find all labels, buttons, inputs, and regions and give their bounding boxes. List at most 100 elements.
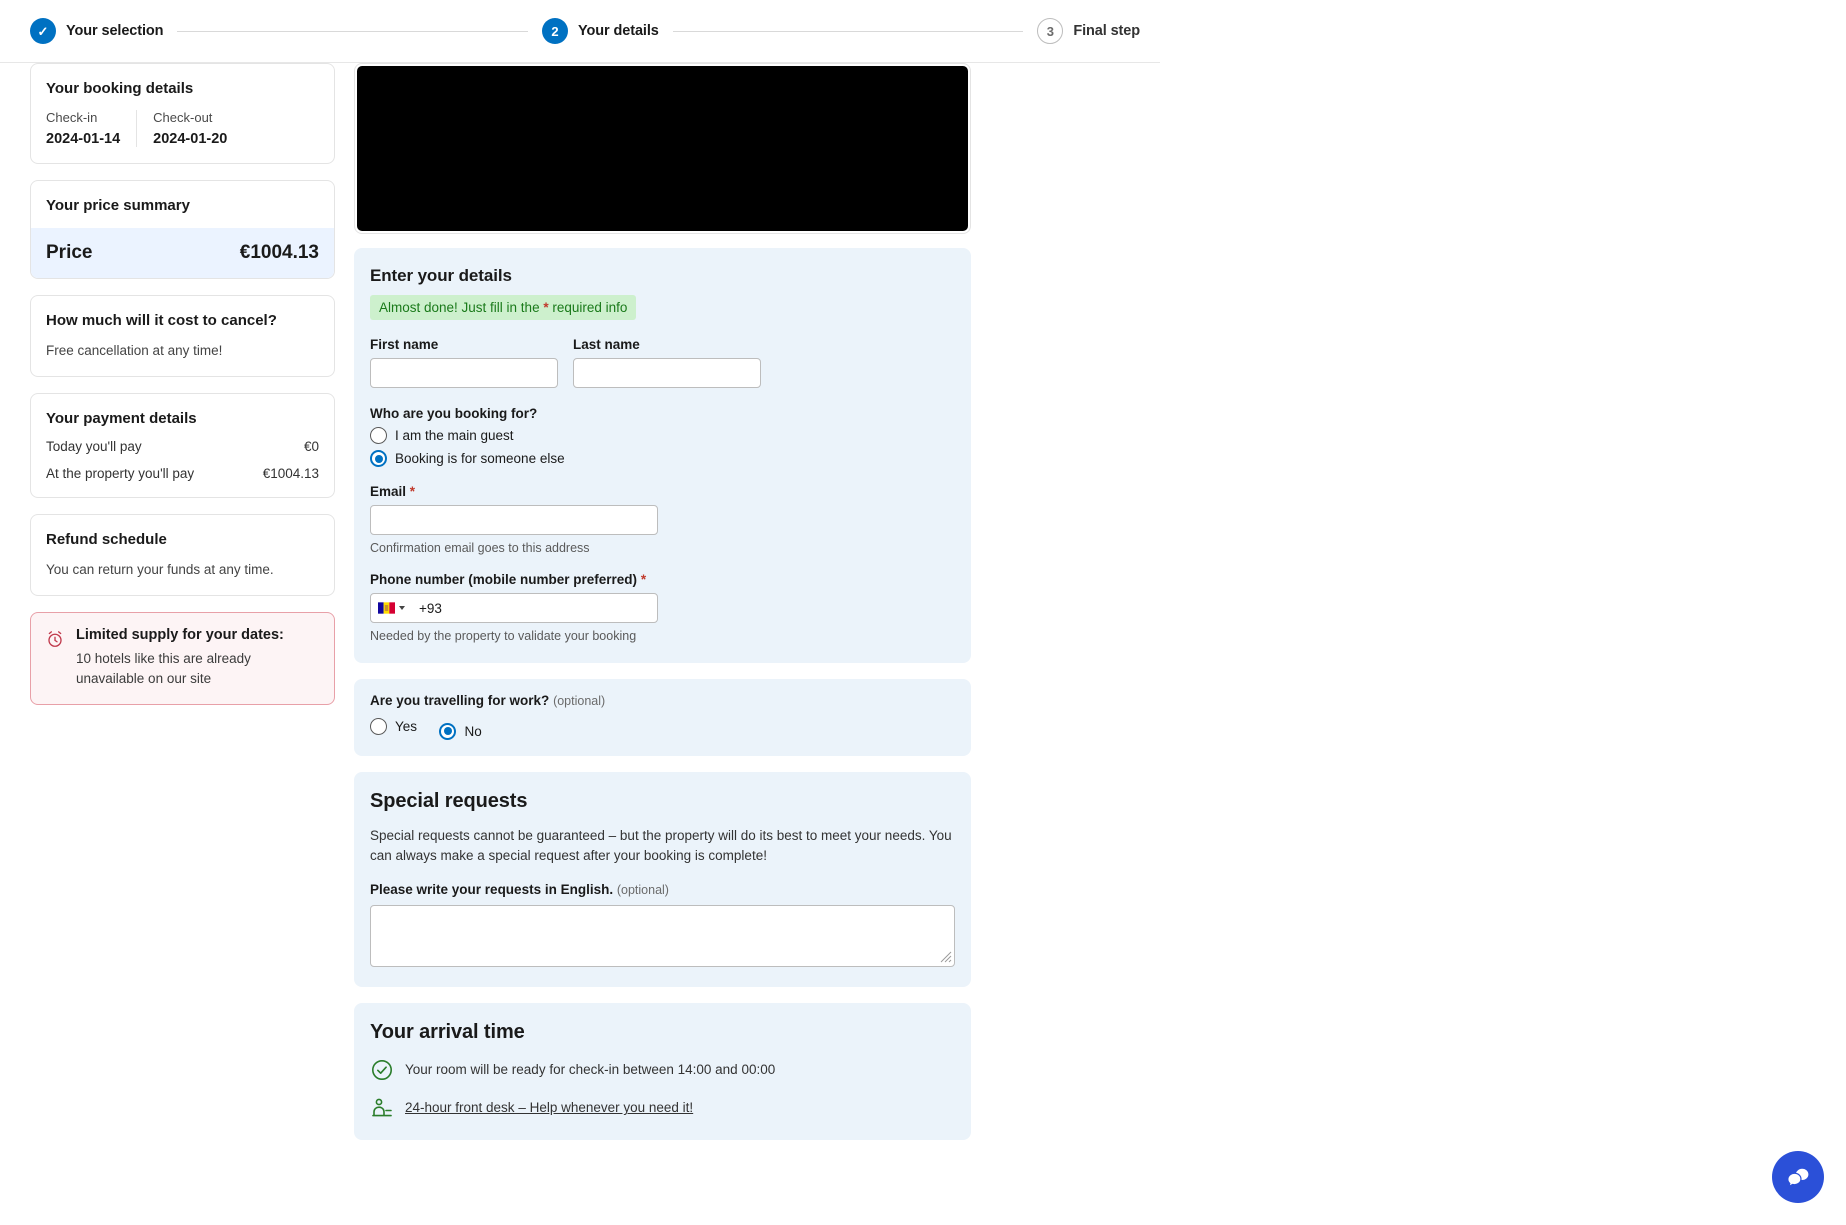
radio-work-no-label: No <box>464 724 481 739</box>
phone-label-text: Phone number (mobile number preferred) <box>370 572 637 587</box>
email-input[interactable] <box>370 505 658 535</box>
radio-work-yes[interactable]: Yes <box>370 718 417 735</box>
checkin-value: 2024-01-14 <box>46 131 120 147</box>
limited-supply-title: Limited supply for your dates: <box>76 627 320 643</box>
radio-main-guest-label: I am the main guest <box>395 428 514 443</box>
arrival-time-heading: Your arrival time <box>370 1021 955 1044</box>
special-requests-textarea-label: Please write your requests in English. (… <box>370 882 955 897</box>
phone-label: Phone number (mobile number preferred) * <box>370 572 955 587</box>
arrival-front-desk-text: 24-hour front desk – Help whenever you n… <box>405 1100 693 1115</box>
radio-work-yes-control[interactable] <box>370 718 387 735</box>
cancellation-cost-text: Free cancellation at any time! <box>46 342 319 360</box>
special-requests-paragraph: Special requests cannot be guaranteed – … <box>370 826 955 866</box>
first-name-input[interactable] <box>370 358 558 388</box>
alarm-clock-icon <box>45 629 65 649</box>
radio-work-no-control[interactable] <box>439 723 456 740</box>
stay-dates: Check-in 2024-01-14 Check-out 2024-01-20 <box>46 110 319 147</box>
refund-schedule-title: Refund schedule <box>46 531 319 548</box>
checkout-label: Check-out <box>153 110 227 125</box>
front-desk-icon <box>370 1096 394 1120</box>
checkout-block: Check-out 2024-01-20 <box>136 110 243 147</box>
special-requests-textarea-label-text: Please write your requests in English. <box>370 882 613 897</box>
radio-someone-else-control[interactable] <box>370 450 387 467</box>
payment-details-card: Your payment details Today you'll pay €0… <box>30 393 335 498</box>
price-label: Price <box>46 242 92 264</box>
step-connector-2 <box>673 31 1024 32</box>
last-name-field-group: Last name <box>573 337 761 388</box>
first-name-field-group: First name <box>370 337 558 388</box>
price-summary-title: Your price summary <box>46 197 319 214</box>
work-question-label: Are you travelling for work? (optional) <box>370 693 955 708</box>
phone-required-mark: * <box>641 572 646 587</box>
refund-schedule-card: Refund schedule You can return your fund… <box>30 514 335 596</box>
phone-field-group: Phone number (mobile number preferred) * <box>370 572 955 643</box>
email-label-text: Email <box>370 484 406 499</box>
property-media-card <box>354 63 971 234</box>
work-radio-row: Yes No <box>370 712 955 740</box>
hint-prefix: Almost done! Just fill in the <box>379 300 543 315</box>
price-summary-card: Your price summary Price €1004.13 <box>30 180 335 279</box>
enter-details-panel: Enter your details Almost done! Just fil… <box>354 248 971 663</box>
payment-row-property: At the property you'll pay €1004.13 <box>46 466 319 481</box>
booking-for-label: Who are you booking for? <box>370 406 955 421</box>
email-help-text: Confirmation email goes to this address <box>370 541 955 555</box>
special-requests-heading: Special requests <box>370 790 955 813</box>
arrival-row-checkin: Your room will be ready for check-in bet… <box>370 1058 955 1082</box>
arrival-time-panel: Your arrival time Your room will be read… <box>354 1003 971 1140</box>
property-media-placeholder <box>357 66 968 231</box>
price-row: Price €1004.13 <box>31 228 334 278</box>
payment-property-value: €1004.13 <box>263 466 319 481</box>
checkout-value: 2024-01-20 <box>153 131 227 147</box>
price-value: €1004.13 <box>240 242 319 264</box>
radio-work-no[interactable]: No <box>439 723 481 740</box>
first-name-label: First name <box>370 337 558 352</box>
step-your-selection[interactable]: ✓ Your selection <box>30 18 163 44</box>
enter-details-heading: Enter your details <box>370 266 955 286</box>
refund-schedule-text: You can return your funds at any time. <box>46 561 319 579</box>
step-3-label: Final step <box>1073 23 1140 39</box>
limited-supply-text: 10 hotels like this are already unavaila… <box>76 649 320 687</box>
special-requests-textarea-wrapper <box>370 905 955 967</box>
special-requests-panel: Special requests Special requests cannot… <box>354 772 971 987</box>
travelling-for-work-panel: Are you travelling for work? (optional) … <box>354 679 971 756</box>
radio-someone-else-label: Booking is for someone else <box>395 451 565 466</box>
chat-bubble-icon <box>1785 1164 1812 1191</box>
hint-suffix: required info <box>549 300 628 315</box>
step-3-badge: 3 <box>1037 18 1063 44</box>
step-connector-1 <box>177 31 528 32</box>
resize-grip-icon[interactable] <box>940 951 952 963</box>
step-1-badge: ✓ <box>30 18 56 44</box>
step-your-details[interactable]: 2 Your details <box>542 18 659 44</box>
payment-today-label: Today you'll pay <box>46 439 142 454</box>
radio-main-guest[interactable]: I am the main guest <box>370 427 955 444</box>
check-circle-icon <box>370 1058 394 1082</box>
last-name-input[interactable] <box>573 358 761 388</box>
required-info-hint: Almost done! Just fill in the * required… <box>370 295 636 320</box>
payment-property-label: At the property you'll pay <box>46 466 194 481</box>
booking-details-card: Your booking details Check-in 2024-01-14… <box>30 63 335 164</box>
step-2-badge: 2 <box>542 18 568 44</box>
phone-input[interactable] <box>370 593 658 623</box>
cancellation-cost-title: How much will it cost to cancel? <box>46 312 319 329</box>
radio-someone-else[interactable]: Booking is for someone else <box>370 450 955 467</box>
email-required-mark: * <box>410 484 415 499</box>
chat-button[interactable] <box>1772 1151 1824 1203</box>
cancellation-cost-card: How much will it cost to cancel? Free ca… <box>30 295 335 377</box>
arrival-row-front-desk[interactable]: 24-hour front desk – Help whenever you n… <box>370 1096 955 1120</box>
email-label: Email * <box>370 484 955 499</box>
checkin-block: Check-in 2024-01-14 <box>46 110 136 147</box>
payment-today-value: €0 <box>304 439 319 454</box>
special-requests-optional-tag: (optional) <box>617 883 669 897</box>
phone-input-wrapper <box>370 593 658 623</box>
step-2-label: Your details <box>578 23 659 39</box>
limited-supply-alert: Limited supply for your dates: 10 hotels… <box>30 612 335 704</box>
checkin-label: Check-in <box>46 110 120 125</box>
radio-main-guest-control[interactable] <box>370 427 387 444</box>
step-final-step[interactable]: 3 Final step <box>1037 18 1140 44</box>
radio-work-yes-label: Yes <box>395 719 417 734</box>
last-name-label: Last name <box>573 337 761 352</box>
booking-details-title: Your booking details <box>46 80 319 97</box>
work-question-text: Are you travelling for work? <box>370 693 549 708</box>
special-requests-textarea[interactable] <box>370 905 955 967</box>
booking-main-content: Enter your details Almost done! Just fil… <box>354 63 971 1156</box>
